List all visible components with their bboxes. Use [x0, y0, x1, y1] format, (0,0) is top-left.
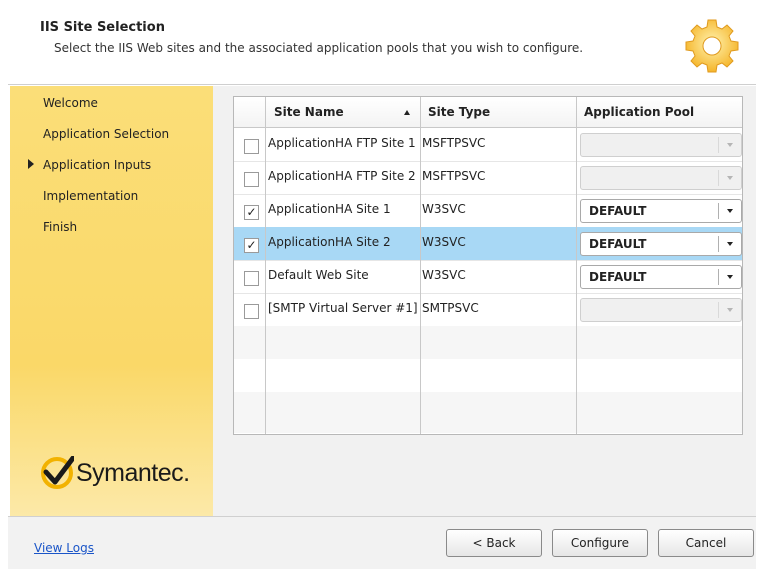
- column-divider: [265, 97, 266, 434]
- sidebar-item-application-inputs[interactable]: Application Inputs: [43, 158, 151, 172]
- site-name-cell: Default Web Site: [268, 268, 369, 282]
- chevron-down-icon: [727, 176, 733, 180]
- chevron-down-icon: [727, 308, 733, 312]
- column-header-site-name[interactable]: Site Name: [274, 105, 344, 119]
- chevron-down-icon: [727, 242, 733, 246]
- gear-icon: [685, 19, 739, 73]
- application-pool-dropdown[interactable]: [580, 133, 742, 157]
- site-name-cell: ApplicationHA Site 2: [268, 235, 391, 249]
- current-step-arrow-icon: [28, 159, 34, 169]
- application-pool-dropdown[interactable]: [580, 298, 742, 322]
- sort-ascending-icon: [404, 110, 410, 115]
- empty-row: [234, 359, 742, 393]
- wizard-footer: View Logs < Back Configure Cancel: [8, 516, 756, 569]
- application-pool-dropdown[interactable]: DEFAULT: [580, 232, 742, 256]
- site-checkbox[interactable]: [244, 271, 259, 286]
- table-row[interactable]: [SMTP Virtual Server #1] SMTPSVC: [234, 293, 742, 327]
- empty-row: [234, 392, 742, 433]
- cancel-button[interactable]: Cancel: [658, 529, 754, 557]
- table-row[interactable]: ✓ ApplicationHA Site 1 W3SVC DEFAULT: [234, 194, 742, 228]
- site-checkbox[interactable]: ✓: [244, 205, 259, 220]
- sidebar-item-finish[interactable]: Finish: [43, 220, 77, 234]
- site-type-cell: W3SVC: [422, 235, 466, 249]
- column-divider: [420, 97, 421, 434]
- back-button[interactable]: < Back: [446, 529, 542, 557]
- table-row[interactable]: Default Web Site W3SVC DEFAULT: [234, 260, 742, 294]
- site-name-cell: [SMTP Virtual Server #1]: [268, 301, 418, 315]
- site-type-cell: W3SVC: [422, 202, 466, 216]
- view-logs-link[interactable]: View Logs: [34, 541, 94, 555]
- site-name-cell: ApplicationHA FTP Site 2: [268, 169, 416, 183]
- site-checkbox[interactable]: ✓: [244, 238, 259, 253]
- application-pool-dropdown[interactable]: DEFAULT: [580, 199, 742, 223]
- site-checkbox[interactable]: [244, 139, 259, 154]
- site-grid: Site Name Site Type Application Pool App…: [233, 96, 743, 435]
- sidebar-item-implementation[interactable]: Implementation: [43, 189, 138, 203]
- sidebar-item-application-selection[interactable]: Application Selection: [43, 127, 169, 141]
- site-type-cell: MSFTPSVC: [422, 136, 486, 150]
- column-header-site-type[interactable]: Site Type: [428, 105, 490, 119]
- site-name-cell: ApplicationHA Site 1: [268, 202, 391, 216]
- site-type-cell: W3SVC: [422, 268, 466, 282]
- table-row[interactable]: ApplicationHA FTP Site 1 MSFTPSVC: [234, 128, 742, 162]
- empty-row: [234, 326, 742, 360]
- chevron-down-icon: [727, 209, 733, 213]
- dropdown-separator: [718, 137, 719, 153]
- site-type-cell: MSFTPSVC: [422, 169, 486, 183]
- logo-text: Symantec.: [76, 458, 190, 487]
- checkmark-logo-icon: [41, 456, 74, 489]
- wizard-sidebar: Welcome Application Selection Applicatio…: [10, 86, 213, 516]
- column-header-application-pool[interactable]: Application Pool: [584, 105, 694, 119]
- dropdown-separator: [718, 170, 719, 186]
- chevron-down-icon: [727, 275, 733, 279]
- dropdown-separator: [718, 269, 719, 285]
- dropdown-separator: [718, 302, 719, 318]
- chevron-down-icon: [727, 143, 733, 147]
- wizard-header: IIS Site Selection Select the IIS Web si…: [8, 8, 756, 85]
- application-pool-value: DEFAULT: [589, 270, 647, 284]
- table-row[interactable]: ApplicationHA FTP Site 2 MSFTPSVC: [234, 161, 742, 195]
- site-name-cell: ApplicationHA FTP Site 1: [268, 136, 416, 150]
- application-pool-dropdown[interactable]: [580, 166, 742, 190]
- page-subtitle: Select the IIS Web sites and the associa…: [54, 41, 584, 55]
- column-divider: [576, 97, 577, 434]
- page-title: IIS Site Selection: [40, 20, 165, 35]
- configure-button[interactable]: Configure: [552, 529, 648, 557]
- site-type-cell: SMTPSVC: [422, 301, 479, 315]
- grid-header: Site Name Site Type Application Pool: [234, 97, 742, 128]
- application-pool-value: DEFAULT: [589, 204, 647, 218]
- site-checkbox[interactable]: [244, 304, 259, 319]
- symantec-logo: Symantec.: [40, 456, 190, 490]
- sidebar-item-welcome[interactable]: Welcome: [43, 96, 98, 110]
- table-row[interactable]: ✓ ApplicationHA Site 2 W3SVC DEFAULT: [234, 227, 742, 261]
- dropdown-separator: [718, 203, 719, 219]
- application-pool-dropdown[interactable]: DEFAULT: [580, 265, 742, 289]
- site-checkbox[interactable]: [244, 172, 259, 187]
- dropdown-separator: [718, 236, 719, 252]
- application-pool-value: DEFAULT: [589, 237, 647, 251]
